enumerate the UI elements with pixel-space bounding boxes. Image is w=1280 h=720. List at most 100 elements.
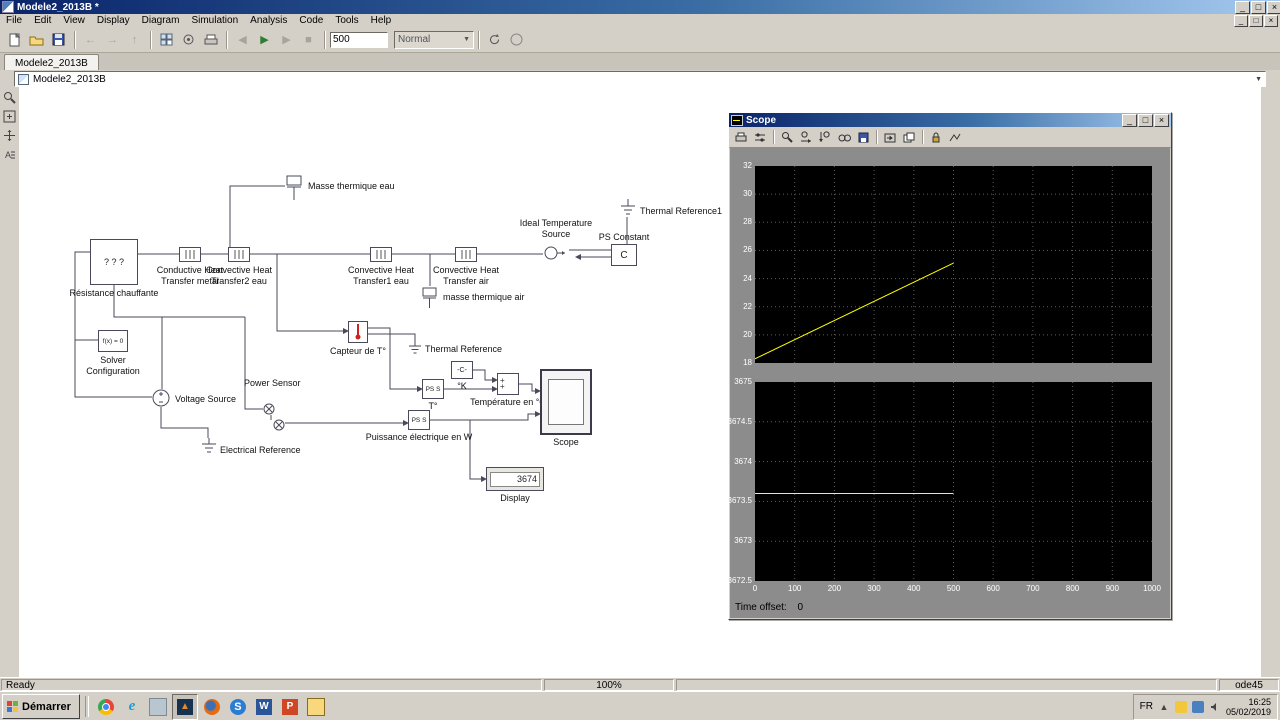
library-browser-button[interactable] [156,30,177,50]
scope-save-axes-button[interactable] [854,129,872,145]
scope-zoom-x-button[interactable] [797,129,815,145]
scope-parameters-button[interactable] [751,129,769,145]
menu-code[interactable]: Code [293,14,329,27]
scope-signal-selection-button[interactable] [946,129,964,145]
step-forward-button[interactable]: ▶ [276,30,297,50]
tray-network-icon[interactable] [1192,701,1204,713]
block-constant-k[interactable]: -C- [451,361,473,379]
quicklaunch-show-desktop[interactable] [146,695,170,719]
print-button[interactable] [200,30,221,50]
stop-button[interactable]: ■ [298,30,319,50]
step-back-button[interactable]: ◀ [232,30,253,50]
signal-selection-icon [949,132,961,143]
quicklaunch-chrome[interactable] [94,695,118,719]
quicklaunch-word[interactable]: W [252,695,276,719]
block-solver-configuration[interactable]: f(x) = 0 [98,330,128,352]
back-button[interactable]: ← [80,30,101,50]
block-thermal-reference[interactable] [408,341,424,358]
stop-time-input[interactable] [330,32,388,48]
block-electrical-reference[interactable] [201,438,217,457]
run-icon: ▶ [260,33,268,46]
block-convective-heat-transfer-air[interactable] [455,247,477,262]
scope-restore-axes-button[interactable] [881,129,899,145]
taskbar-separator [85,696,89,717]
tray-language[interactable]: FR [1140,701,1153,712]
new-model-button[interactable] [4,30,25,50]
tray-clock[interactable]: 16:25 05/02/2019 [1226,697,1271,717]
menu-help[interactable]: Help [365,14,398,27]
scope-titlebar[interactable]: Scope _ □ × [729,113,1171,127]
block-power-sensor-2[interactable] [273,419,285,434]
menu-tools[interactable]: Tools [329,14,364,27]
fit-to-view-button[interactable] [1,108,18,125]
block-ps-simulink-power[interactable]: PS S [408,410,430,430]
help-button[interactable] [506,30,527,50]
block-masse-thermique-air[interactable] [421,286,439,313]
block-ideal-temperature-source[interactable] [543,243,569,266]
quicklaunch-firefox[interactable] [200,695,224,719]
block-convective-heat-transfer2-eau[interactable] [228,247,250,262]
menu-view[interactable]: View [57,14,91,27]
mdi-minimize-button[interactable]: _ [1234,15,1248,27]
quicklaunch-explorer[interactable] [304,695,328,719]
update-diagram-button[interactable] [484,30,505,50]
mdi-close-button[interactable]: × [1264,15,1278,27]
block-capteur-de-t[interactable] [348,321,368,343]
window-restore-button[interactable]: □ [1251,1,1266,14]
forward-button[interactable]: → [102,30,123,50]
run-button[interactable]: ▶ [254,30,275,50]
menu-display[interactable]: Display [91,14,136,27]
model-configuration-button[interactable] [178,30,199,50]
scope-zoom-button[interactable] [778,129,796,145]
block-scope[interactable] [540,369,592,435]
save-model-button[interactable] [48,30,69,50]
menu-simulation[interactable]: Simulation [185,14,244,27]
tray-expand-icon[interactable]: ▲ [1158,701,1170,713]
block-conductive-heat-transfer-metal[interactable] [179,247,201,262]
block-ps-constant[interactable]: C [611,244,637,266]
scope-close-button[interactable]: × [1154,114,1169,127]
scope-lock-axes-button[interactable] [927,129,945,145]
menu-edit[interactable]: Edit [28,14,57,27]
scope-maximize-button[interactable]: □ [1138,114,1153,127]
tab-modele2-2013b[interactable]: Modele2_2013B [4,54,99,71]
scope-floating-button[interactable] [900,129,918,145]
block-display[interactable]: 3674 [486,467,544,491]
breadcrumb-dropdown-icon[interactable]: ▼ [1255,76,1262,83]
simulation-mode-select[interactable]: Normal ▼ [394,31,474,49]
zoom-button[interactable] [1,89,18,106]
up-to-parent-button[interactable]: ↑ [124,30,145,50]
start-button[interactable]: Démarrer [2,694,80,719]
mdi-restore-button[interactable]: □ [1249,15,1263,27]
annotation-button[interactable]: A [1,146,18,163]
open-model-button[interactable] [26,30,47,50]
block-sum[interactable]: + + [497,373,519,395]
scope-autoscale-button[interactable] [835,129,853,145]
quicklaunch-matlab[interactable]: ▲ [172,694,198,720]
block-power-sensor-1[interactable] [263,403,275,418]
block-masse-thermique-eau[interactable] [284,174,304,205]
tray-update-icon[interactable] [1175,701,1187,713]
window-close-button[interactable]: × [1267,1,1280,14]
desktop: Modele2_2013B * _ □ × File Edit View Dis… [0,0,1280,720]
window-titlebar[interactable]: Modele2_2013B * _ □ × [0,0,1280,14]
block-thermal-reference1[interactable] [620,199,636,220]
quicklaunch-internet-explorer[interactable]: e [120,695,144,719]
quicklaunch-powerpoint[interactable]: P [278,695,302,719]
menu-diagram[interactable]: Diagram [136,14,186,27]
block-resistance-chauffante[interactable]: ? ? ? [90,239,138,285]
toolbar-separator [150,31,152,49]
menu-analysis[interactable]: Analysis [244,14,293,27]
block-convective-heat-transfer1-eau[interactable] [370,247,392,262]
scope-print-button[interactable] [732,129,750,145]
block-ps-simulink-temp[interactable]: PS S [422,379,444,399]
breadcrumb[interactable]: Modele2_2013B ▼ [14,71,1266,87]
menu-file[interactable]: File [0,14,28,27]
scope-zoom-y-button[interactable] [816,129,834,145]
block-voltage-source[interactable] [152,389,170,410]
quicklaunch-messenger[interactable]: S [226,695,250,719]
scope-minimize-button[interactable]: _ [1122,114,1137,127]
window-minimize-button[interactable]: _ [1235,1,1250,14]
pan-button[interactable] [1,127,18,144]
tray-volume-icon[interactable] [1209,701,1221,713]
